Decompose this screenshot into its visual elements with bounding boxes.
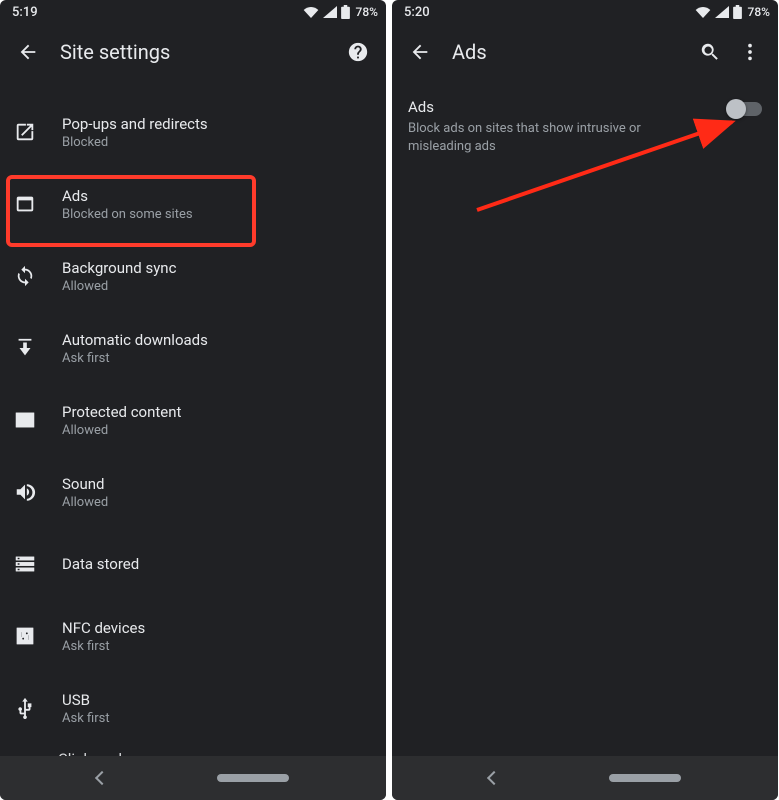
setting-protected[interactable]: Protected content Allowed (0, 384, 386, 456)
setting-sub: Allowed (62, 423, 370, 438)
nfc-icon (14, 625, 58, 647)
setting-title: Pop-ups and redirects (62, 115, 370, 133)
status-right-icons: 78% (695, 5, 770, 19)
sound-icon (14, 481, 58, 503)
setting-popups[interactable]: Pop-ups and redirects Blocked (0, 96, 386, 168)
setting-sub: Ask first (62, 639, 370, 654)
setting-nfc[interactable]: NFC devices Ask first (0, 600, 386, 672)
page-title: Site settings (48, 40, 338, 64)
detail-subtitle: Block ads on sites that show intrusive o… (408, 120, 762, 155)
setting-sub: Ask first (62, 711, 370, 726)
setting-usb[interactable]: USB Ask first (0, 672, 386, 744)
setting-sound[interactable]: Sound Allowed (0, 456, 386, 528)
status-bar: 5:19 78% (0, 0, 386, 24)
setting-sub: Ask first (62, 351, 370, 366)
back-arrow-icon[interactable] (8, 32, 48, 72)
search-icon[interactable] (690, 32, 730, 72)
nav-back-icon[interactable] (95, 771, 109, 785)
battery-icon (341, 5, 350, 19)
ads-toggle-row[interactable]: Ads Block ads on sites that show intrusi… (392, 80, 778, 155)
setting-sub: Allowed (62, 279, 370, 294)
ads-icon (14, 193, 58, 215)
signal-icon (715, 6, 729, 18)
more-vert-icon[interactable] (730, 32, 770, 72)
setting-title: Data stored (62, 555, 370, 573)
setting-title: Protected content (62, 403, 370, 421)
help-icon[interactable] (338, 32, 378, 72)
setting-title: Background sync (62, 259, 370, 277)
status-bar: 5:20 78% (392, 0, 778, 24)
detail-title: Ads (408, 98, 762, 116)
ads-toggle-switch[interactable] (728, 100, 762, 118)
sync-icon (14, 265, 58, 287)
status-time: 5:19 (12, 5, 38, 20)
back-arrow-icon[interactable] (400, 32, 440, 72)
app-bar: Site settings (0, 24, 386, 80)
setting-title: Sound (62, 475, 370, 493)
nav-home-pill[interactable] (609, 774, 681, 782)
battery-percent: 78% (356, 5, 378, 19)
usb-icon (14, 697, 58, 719)
page-title: Ads (440, 40, 690, 64)
setting-sync[interactable]: Background sync Allowed (0, 240, 386, 312)
phone-left-screenshot: 5:19 78% Site settings (0, 0, 386, 800)
setting-data-stored[interactable]: Data stored (0, 528, 386, 600)
wifi-icon (695, 6, 711, 18)
setting-title: NFC devices (62, 619, 370, 637)
setting-title: Ads (62, 187, 370, 205)
nav-back-icon[interactable] (487, 771, 501, 785)
setting-ads[interactable]: Ads Blocked on some sites (0, 168, 386, 240)
setting-sub: Allowed (62, 495, 370, 510)
battery-icon (733, 5, 742, 19)
android-nav-bar (0, 756, 386, 800)
phone-right-screenshot: 5:20 78% Ads (392, 0, 778, 800)
android-nav-bar (392, 756, 778, 800)
status-right-icons: 78% (303, 5, 378, 19)
setting-clipboard-partial[interactable]: Clipboard (0, 744, 386, 756)
setting-downloads[interactable]: Automatic downloads Ask first (0, 312, 386, 384)
wifi-icon (303, 6, 319, 18)
setting-title: Automatic downloads (62, 331, 370, 349)
storage-icon (14, 553, 58, 575)
nav-home-pill[interactable] (217, 774, 289, 782)
download-icon (14, 337, 58, 359)
setting-title: USB (62, 691, 370, 709)
status-time: 5:20 (404, 5, 430, 20)
toggle-thumb (726, 99, 746, 119)
battery-percent: 78% (748, 5, 770, 19)
protected-icon (14, 409, 58, 431)
app-bar: Ads (392, 24, 778, 80)
signal-icon (323, 6, 337, 18)
setting-sub: Blocked on some sites (62, 207, 370, 222)
popups-icon (14, 121, 58, 143)
setting-sub: Blocked (62, 135, 370, 150)
settings-list: Pop-ups and redirects Blocked Ads Blocke… (0, 80, 386, 756)
